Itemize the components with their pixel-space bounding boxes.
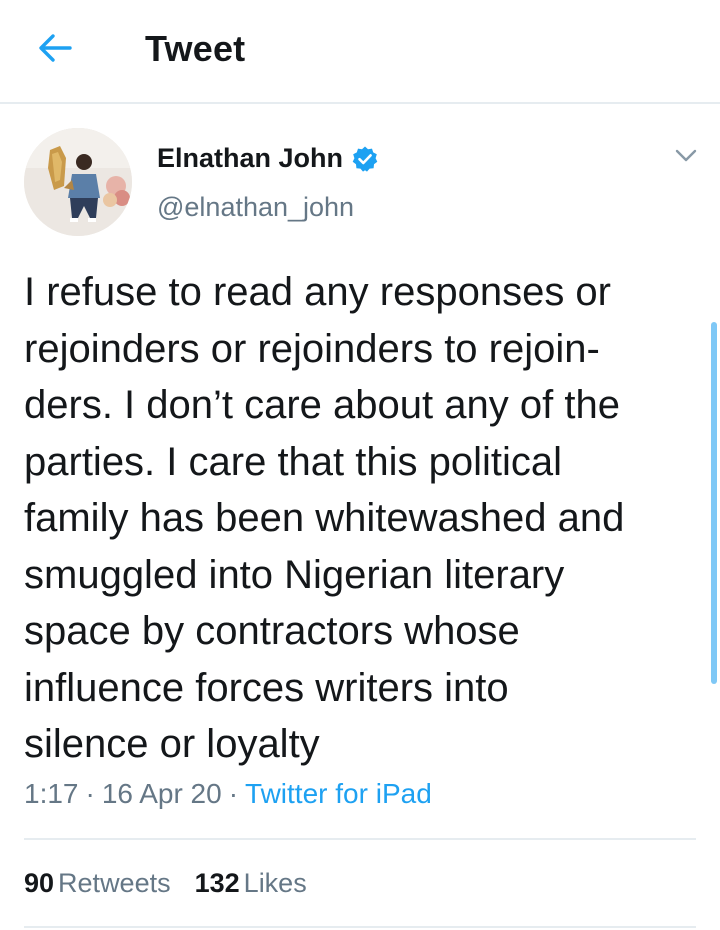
tweet-source-link[interactable]: Twitter for iPad: [245, 778, 432, 810]
avatar[interactable]: [24, 128, 132, 236]
likes-stat[interactable]: 132 Likes: [195, 868, 307, 899]
divider: [24, 926, 696, 928]
divider: [24, 838, 696, 840]
retweets-count: 90: [24, 868, 55, 898]
meta-separator: ·: [228, 778, 239, 809]
author-handle[interactable]: @elnathan_john: [157, 192, 354, 223]
top-bar: Tweet: [0, 0, 720, 104]
tweet-menu-button[interactable]: [670, 142, 702, 174]
tweet-date: 16 Apr 20: [101, 778, 222, 809]
retweets-label: Retweets: [58, 868, 171, 898]
tweet-stats: 90 Retweets 132 Likes: [24, 868, 307, 899]
author-name[interactable]: Elnathan John: [157, 143, 379, 174]
scrollbar[interactable]: [711, 322, 717, 684]
author-name-text: Elnathan John: [157, 143, 344, 173]
tweet-text: I refuse to read any responses or rejoin…: [24, 270, 625, 766]
verified-badge-icon: [351, 145, 379, 173]
likes-label: Likes: [243, 868, 307, 898]
tweet-time: 1:17: [24, 778, 79, 809]
tweet-metadata: 1:17 · 16 Apr 20 · Twitter for iPad: [24, 778, 432, 810]
retweets-stat[interactable]: 90 Retweets: [24, 868, 171, 899]
chevron-down-icon: [675, 149, 697, 168]
meta-separator: ·: [85, 778, 95, 809]
back-button[interactable]: [30, 28, 80, 72]
page-title: Tweet: [145, 28, 246, 69]
arrow-left-icon: [38, 33, 72, 68]
likes-count: 132: [194, 868, 240, 898]
